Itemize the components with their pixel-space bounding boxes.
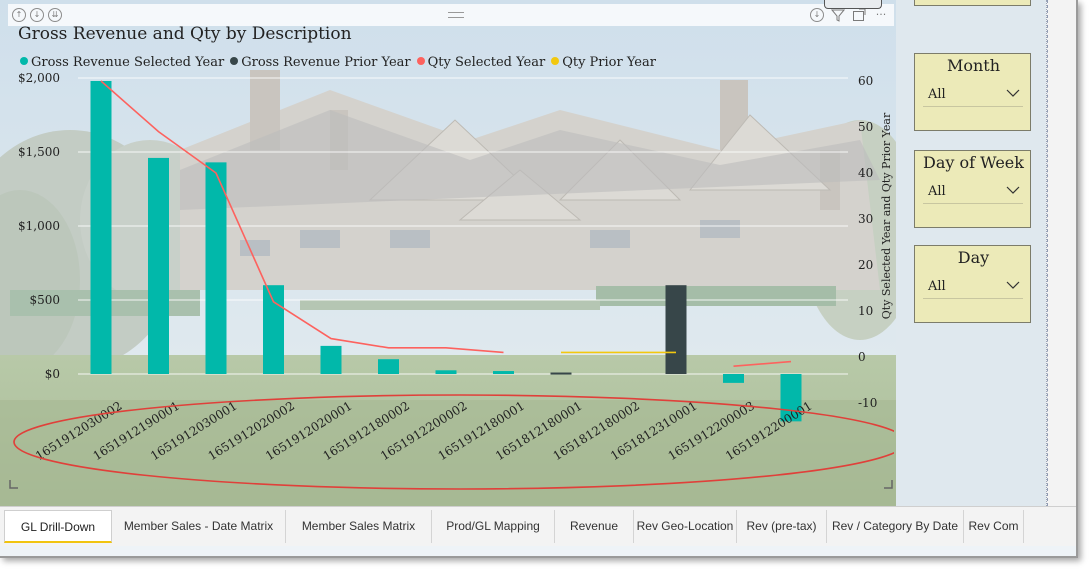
divider — [923, 106, 1023, 107]
tab-page[interactable]: Rev Com — [964, 510, 1024, 543]
y-left-tick-label: $1,500 — [18, 145, 60, 159]
tab-page[interactable]: Rev (pre-tax) — [737, 510, 827, 543]
line-series[interactable] — [733, 360, 792, 367]
y-left-tick-label: $500 — [29, 293, 60, 307]
day-of-week-slicer[interactable]: Day of Week All — [914, 150, 1031, 228]
bar[interactable] — [320, 345, 342, 374]
y-right-tick-label: 60 — [858, 74, 873, 88]
y-left-tick-label: $1,000 — [18, 219, 60, 233]
tab-page[interactable]: Rev Geo-Location — [634, 510, 737, 543]
y-right-tick-label: 20 — [858, 258, 873, 272]
bar[interactable] — [665, 285, 687, 374]
y-right-tick-label: 40 — [858, 166, 873, 180]
bar[interactable] — [493, 371, 514, 374]
y-right-tick-label: -10 — [858, 396, 877, 410]
divider — [923, 203, 1023, 204]
bar[interactable] — [148, 157, 169, 374]
vertical-scrollbar[interactable] — [1046, 0, 1076, 506]
chevron-down-icon[interactable] — [1004, 181, 1022, 199]
report-window: ↑ ↓ ⇊ ↓ ··· Gross Revenue and Qty by Des… — [0, 0, 1078, 558]
chevron-down-icon[interactable] — [1004, 84, 1022, 102]
y-left-tick-label: $0 — [45, 367, 60, 381]
slicer-title: Day of Week — [923, 153, 1024, 172]
slicer-value[interactable]: All — [928, 184, 946, 199]
divider — [923, 298, 1023, 299]
slicer-title: Day — [957, 248, 990, 267]
bar[interactable] — [263, 285, 284, 374]
tab-page[interactable]: Member Sales Matrix — [286, 510, 432, 543]
tab-page[interactable]: Revenue — [555, 510, 634, 543]
page-tabs: GL Drill-Down Member Sales - Date Matrix M… — [0, 506, 1076, 546]
y-right-tick-label: 50 — [858, 120, 873, 134]
report-canvas: ↑ ↓ ⇊ ↓ ··· Gross Revenue and Qty by Des… — [0, 0, 1046, 506]
y-right-axis-title: Qty Selected Year and Qty Prior Year — [880, 112, 893, 319]
bar[interactable] — [723, 374, 744, 383]
tab-page[interactable]: Rev / Category By Date — [827, 510, 964, 543]
slicer-title: Month — [946, 56, 1001, 75]
bar[interactable] — [378, 359, 399, 374]
bar[interactable] — [205, 162, 227, 374]
y-right-tick-label: 30 — [858, 212, 873, 226]
slicer-value[interactable]: All — [928, 87, 946, 102]
month-slicer[interactable]: Month All — [914, 53, 1031, 131]
chevron-down-icon[interactable] — [1004, 276, 1022, 294]
resize-handle-icon[interactable] — [9, 480, 18, 489]
y-right-tick-label: 0 — [858, 350, 866, 364]
bar[interactable] — [435, 370, 457, 374]
resize-handle-icon[interactable] — [884, 480, 893, 489]
tab-page[interactable]: Member Sales - Date Matrix — [112, 510, 286, 543]
bar[interactable] — [90, 80, 112, 375]
partial-button[interactable] — [824, 0, 882, 9]
tab-page[interactable]: Prod/GL Mapping — [432, 510, 555, 543]
bar[interactable] — [550, 372, 572, 375]
day-slicer[interactable]: Day All — [914, 245, 1031, 323]
combo-chart-visual[interactable]: ↑ ↓ ⇊ ↓ ··· Gross Revenue and Qty by Des… — [8, 4, 894, 494]
tab-page[interactable]: GL Drill-Down — [4, 510, 112, 543]
chart-plot: $0 $500 $1,000 $1,500 $2,000 -10 0 10 20 30 40 50 60… — [9, 71, 894, 490]
partial-visual — [914, 0, 1031, 6]
y-right-tick-label: 10 — [858, 304, 873, 318]
slicer-value[interactable]: All — [928, 279, 946, 294]
y-left-tick-label: $2,000 — [18, 71, 60, 85]
